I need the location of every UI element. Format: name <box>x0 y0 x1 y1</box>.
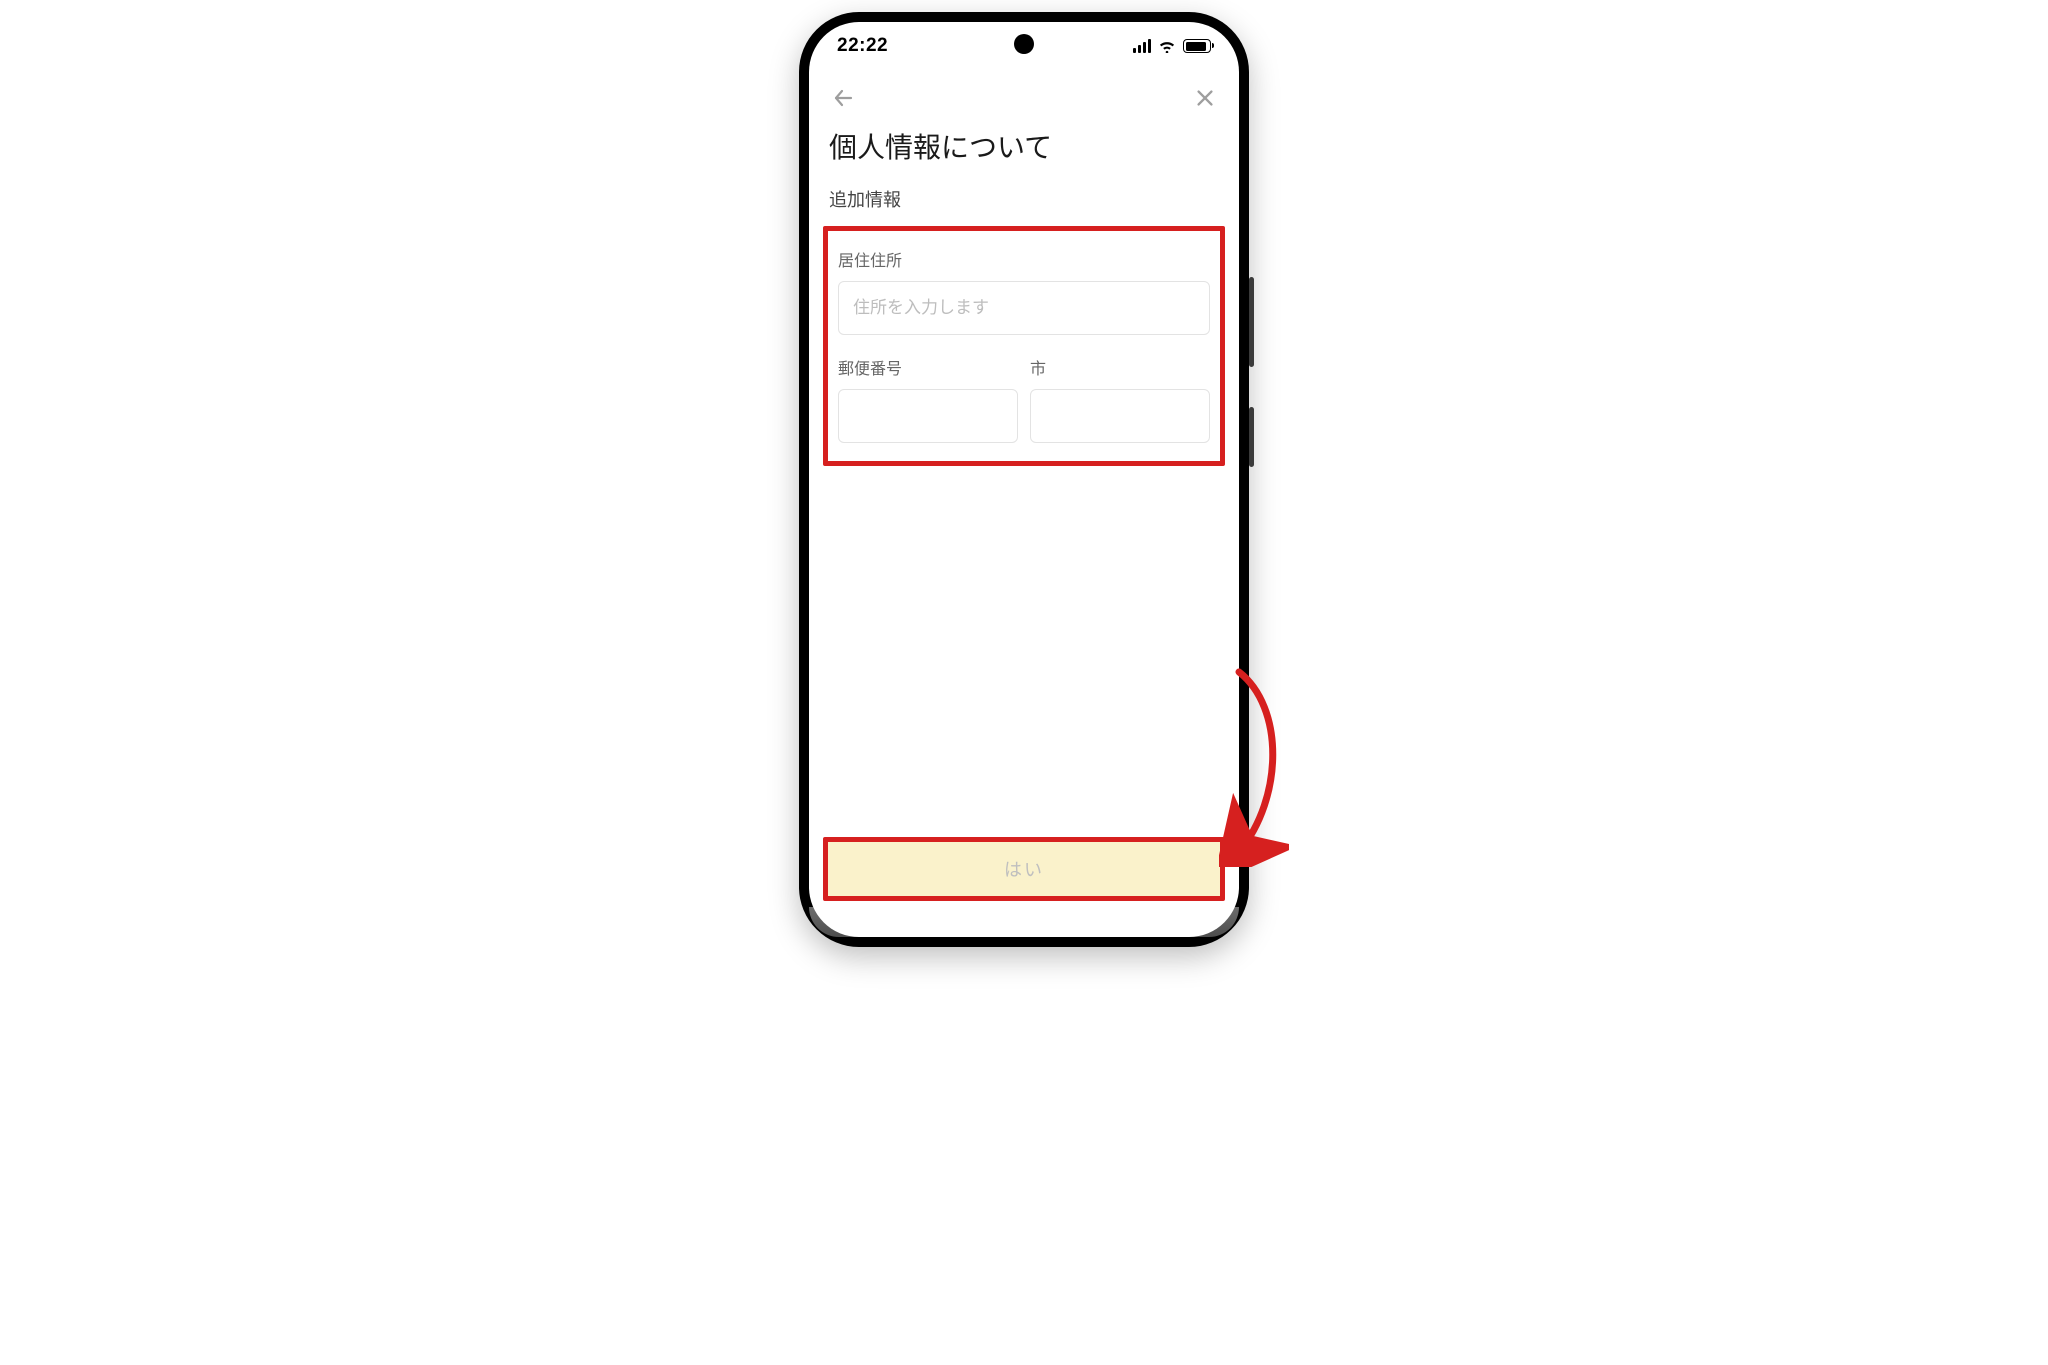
address-input[interactable] <box>838 281 1210 335</box>
screen: 22:22 個人情報について 追加情報 <box>809 22 1239 937</box>
nav-bar <box>809 70 1239 112</box>
wifi-icon <box>1158 39 1176 53</box>
side-button <box>1249 407 1254 467</box>
postal-input[interactable] <box>838 389 1018 443</box>
postal-label: 郵便番号 <box>838 355 1018 379</box>
city-input[interactable] <box>1030 389 1210 443</box>
clock: 22:22 <box>837 35 888 57</box>
phone-frame: 22:22 個人情報について 追加情報 <box>799 12 1249 947</box>
status-indicators <box>1133 39 1211 53</box>
section-subtitle: 追加情報 <box>809 180 1239 226</box>
status-bar: 22:22 <box>809 22 1239 70</box>
address-label: 居住住所 <box>838 247 1210 271</box>
highlight-box-cta: はい <box>823 837 1225 901</box>
battery-icon <box>1183 39 1211 53</box>
cellular-icon <box>1133 39 1151 53</box>
page-title: 個人情報について <box>809 112 1239 180</box>
confirm-button[interactable]: はい <box>828 842 1220 896</box>
front-camera <box>1014 34 1034 54</box>
form: 居住住所 郵便番号 市 <box>809 226 1239 466</box>
back-icon[interactable] <box>829 84 857 112</box>
city-label: 市 <box>1030 355 1210 379</box>
highlight-box-form: 居住住所 郵便番号 市 <box>823 226 1225 466</box>
close-icon[interactable] <box>1191 84 1219 112</box>
side-button <box>1249 277 1254 367</box>
